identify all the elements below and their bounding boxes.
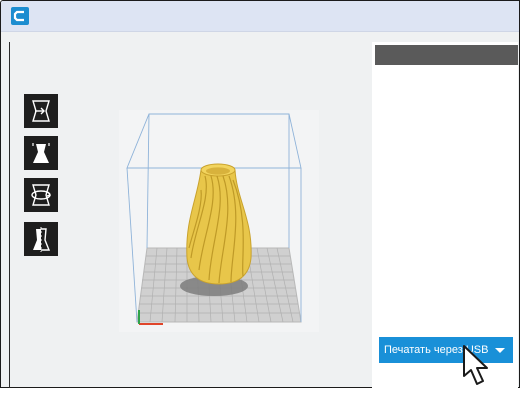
scale-icon xyxy=(32,143,50,163)
build-volume-scene xyxy=(126,113,302,325)
mouse-cursor-icon xyxy=(460,344,500,393)
rotate-icon xyxy=(31,184,51,206)
scale-tool-button[interactable] xyxy=(24,136,58,170)
mirror-tool-button[interactable] xyxy=(24,222,58,256)
cura-logo-icon xyxy=(11,7,29,25)
twisted-vase-model xyxy=(186,163,252,285)
rotate-tool-button[interactable] xyxy=(24,178,58,212)
mirror-icon xyxy=(33,227,51,252)
move-tool-button[interactable] xyxy=(24,94,58,128)
move-icon xyxy=(32,100,50,122)
3d-viewport[interactable] xyxy=(119,110,319,332)
title-bar[interactable] xyxy=(1,1,519,32)
side-panel-header xyxy=(375,45,518,65)
left-border xyxy=(9,42,10,388)
